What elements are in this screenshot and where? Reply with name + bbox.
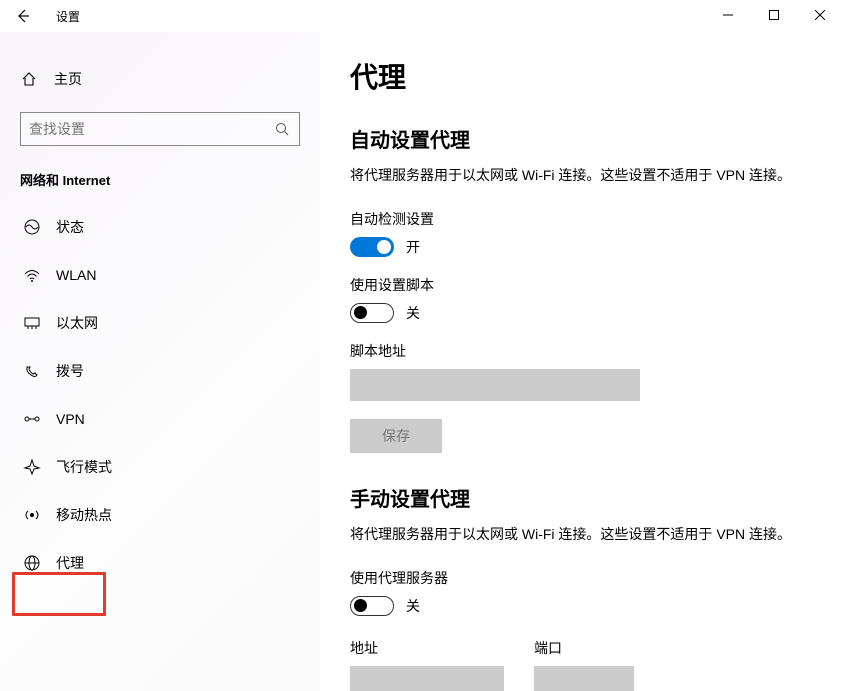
minimize-icon — [723, 10, 733, 20]
sidebar-item-dialup[interactable]: 拨号 — [20, 351, 300, 391]
save-button[interactable]: 保存 — [350, 419, 442, 453]
script-address-input[interactable] — [350, 369, 640, 401]
sidebar-item-airplane[interactable]: 飞行模式 — [20, 447, 300, 487]
sidebar-item-label: 移动热点 — [56, 505, 112, 525]
auto-detect-label: 自动检测设置 — [350, 209, 819, 229]
use-script-state: 关 — [406, 303, 420, 323]
address-input[interactable] — [350, 666, 504, 691]
port-input[interactable] — [534, 666, 634, 691]
use-proxy-state: 关 — [406, 596, 420, 616]
script-address-label: 脚本地址 — [350, 341, 819, 361]
sidebar-item-status[interactable]: 状态 — [20, 207, 300, 247]
sidebar-item-vpn[interactable]: VPN — [20, 399, 300, 439]
sidebar-home[interactable]: 主页 — [20, 60, 300, 98]
globe-icon — [22, 554, 42, 572]
sidebar-item-wlan[interactable]: WLAN — [20, 255, 300, 295]
home-icon — [20, 71, 38, 87]
search-input[interactable] — [29, 121, 273, 137]
status-icon — [22, 218, 42, 236]
search-icon — [273, 122, 291, 136]
maximize-button[interactable] — [751, 0, 797, 30]
vpn-icon — [22, 410, 42, 428]
sidebar-item-label: 代理 — [56, 553, 84, 573]
hotspot-icon — [22, 506, 42, 524]
port-label: 端口 — [534, 638, 634, 658]
auto-detect-state: 开 — [406, 237, 420, 257]
airplane-icon — [22, 458, 42, 476]
manual-heading: 手动设置代理 — [350, 483, 819, 512]
sidebar-item-hotspot[interactable]: 移动热点 — [20, 495, 300, 535]
sidebar-item-proxy[interactable]: 代理 — [20, 543, 300, 583]
sidebar-item-label: 拨号 — [56, 361, 84, 381]
manual-desc: 将代理服务器用于以太网或 Wi-Fi 连接。这些设置不适用于 VPN 连接。 — [350, 524, 819, 544]
sidebar-item-label: 飞行模式 — [56, 457, 112, 477]
sidebar-category: 网络和 Internet — [20, 170, 300, 189]
sidebar-item-label: VPN — [56, 411, 85, 427]
sidebar-item-label: 以太网 — [56, 313, 98, 333]
window-title: 设置 — [56, 8, 80, 25]
arrow-left-icon — [15, 8, 31, 24]
back-button[interactable] — [8, 1, 38, 31]
sidebar-home-label: 主页 — [54, 69, 82, 89]
sidebar-item-label: 状态 — [56, 217, 84, 237]
close-icon — [815, 10, 825, 20]
sidebar-item-ethernet[interactable]: 以太网 — [20, 303, 300, 343]
maximize-icon — [769, 10, 779, 20]
sidebar-item-label: WLAN — [56, 267, 96, 283]
use-script-toggle[interactable] — [350, 303, 394, 323]
dialup-icon — [22, 362, 42, 380]
use-proxy-label: 使用代理服务器 — [350, 568, 819, 588]
wifi-icon — [22, 266, 42, 284]
main-panel: 代理 自动设置代理 将代理服务器用于以太网或 Wi-Fi 连接。这些设置不适用于… — [320, 32, 843, 691]
sidebar: 主页 网络和 Internet 状态 WLAN 以太网 — [0, 32, 320, 691]
search-input-container[interactable] — [20, 112, 300, 146]
use-script-label: 使用设置脚本 — [350, 275, 819, 295]
minimize-button[interactable] — [705, 0, 751, 30]
page-title: 代理 — [350, 56, 819, 96]
address-label: 地址 — [350, 638, 504, 658]
use-proxy-toggle[interactable] — [350, 596, 394, 616]
auto-detect-toggle[interactable] — [350, 237, 394, 257]
ethernet-icon — [22, 314, 42, 332]
close-button[interactable] — [797, 0, 843, 30]
auto-heading: 自动设置代理 — [350, 124, 819, 153]
auto-desc: 将代理服务器用于以太网或 Wi-Fi 连接。这些设置不适用于 VPN 连接。 — [350, 165, 819, 185]
